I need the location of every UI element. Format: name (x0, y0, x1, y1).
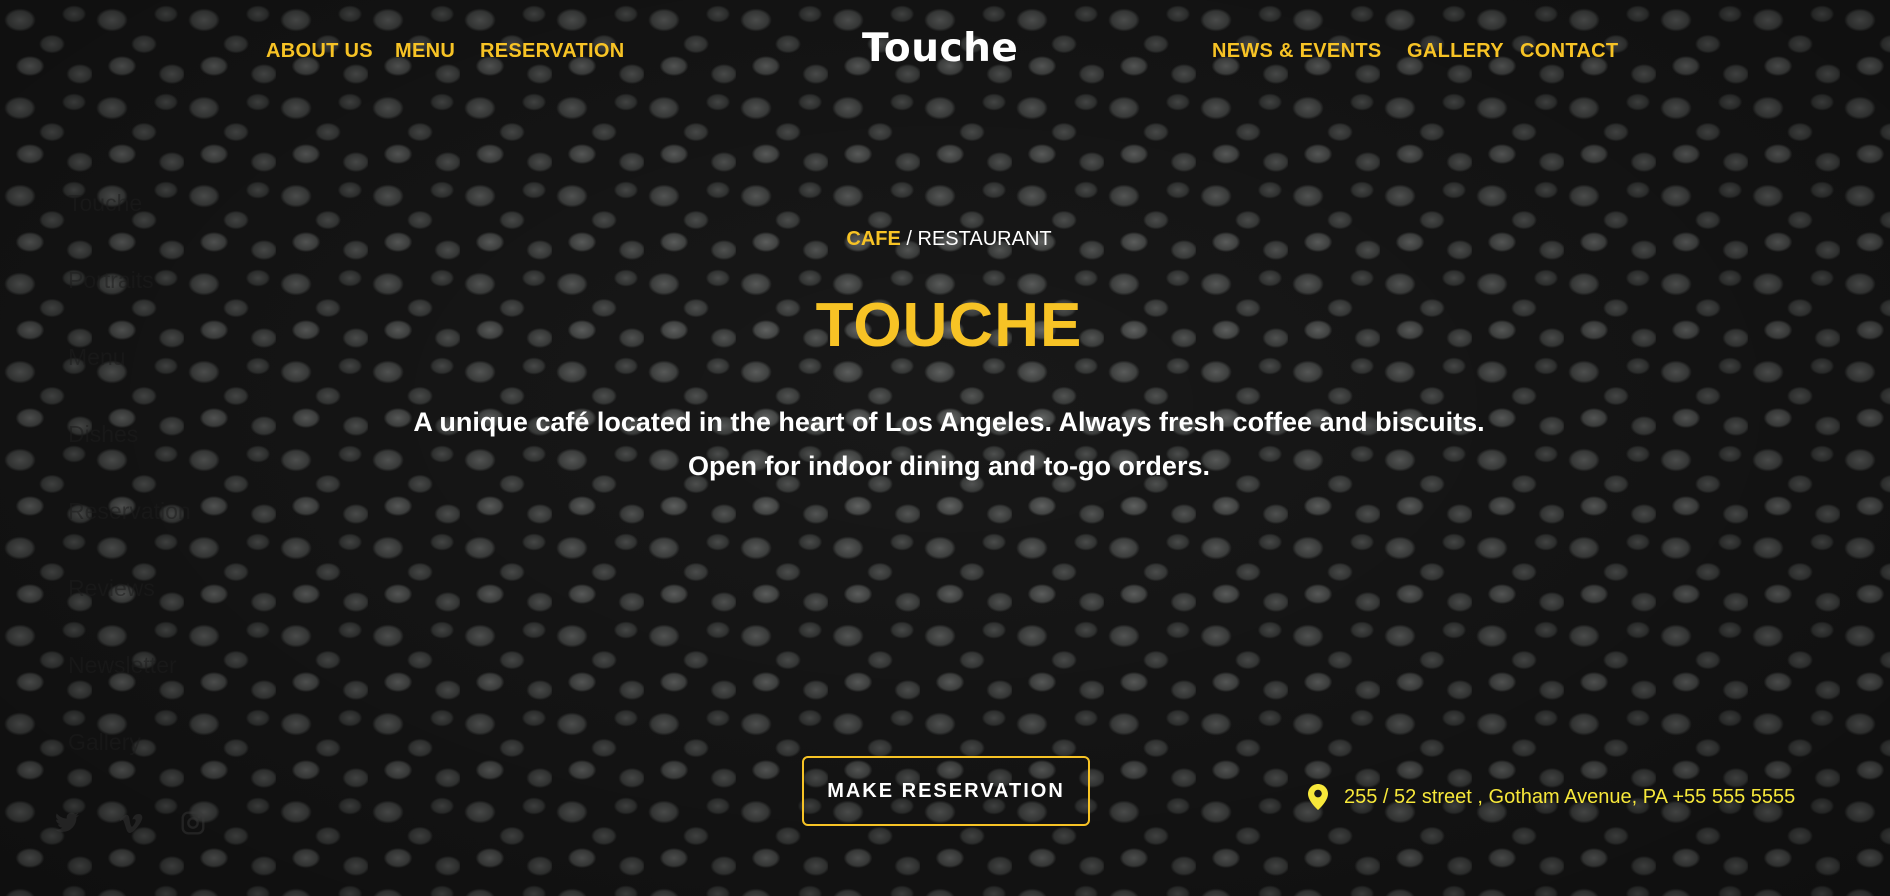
make-reservation-button[interactable]: MAKE RESERVATION (802, 756, 1090, 826)
address-text: 255 / 52 street , Gotham Avenue, PA +55 … (1344, 785, 1796, 808)
address: 255 / 52 street , Gotham Avenue, PA +55 … (1308, 784, 1795, 810)
map-pin-icon (1308, 784, 1328, 810)
instagram-icon[interactable] (180, 810, 206, 836)
hero-description: A unique café located in the heart of Lo… (413, 407, 1485, 481)
hero-subtitle-rest: / RESTAURANT (906, 228, 1052, 250)
side-item-reservation[interactable]: Reservation (68, 498, 191, 525)
side-item-newsletter[interactable]: Newsletter (68, 652, 177, 679)
nav-about-us[interactable]: ABOUT US (266, 40, 373, 63)
hero-title: TOUCHE (815, 291, 1083, 360)
side-item-gallery[interactable]: Gallery (68, 729, 141, 756)
nav-contact[interactable]: CONTACT (1520, 40, 1618, 63)
hero-subtitle: CAFE / RESTAURANT (0, 228, 1890, 251)
nav-reservation[interactable]: RESERVATION (480, 40, 624, 63)
hero-subtitle-highlight: CAFE (846, 228, 901, 250)
nav-news-events[interactable]: NEWS & EVENTS (1212, 40, 1381, 63)
logo[interactable]: Touche (862, 26, 1018, 71)
twitter-icon[interactable] (54, 810, 80, 836)
side-item-dishes[interactable]: Dishes (68, 421, 138, 448)
side-item-reviews[interactable]: Reviews (68, 575, 155, 602)
nav-menu[interactable]: MENU (395, 40, 455, 63)
side-item-touche[interactable]: Touche (68, 190, 142, 217)
vimeo-icon[interactable] (118, 810, 144, 836)
nav-gallery[interactable]: GALLERY (1407, 40, 1504, 63)
